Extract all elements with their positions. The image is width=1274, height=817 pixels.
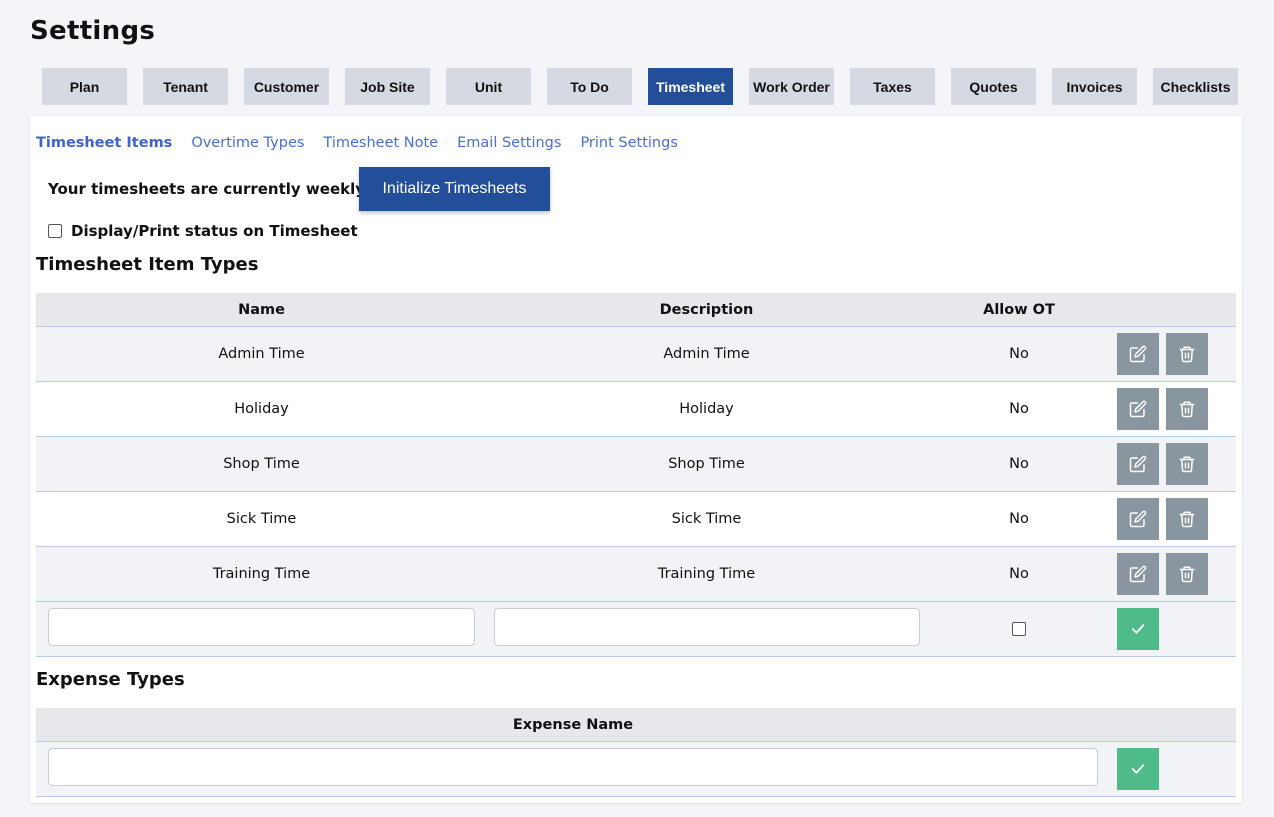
new-item-allow-ot-checkbox[interactable] [1012, 622, 1026, 636]
new-item-name-input[interactable] [48, 608, 475, 646]
new-expense-row [36, 742, 1236, 797]
table-row: Sick Time Sick Time No [36, 492, 1236, 547]
tab-timesheet[interactable]: Timesheet [648, 68, 733, 105]
edit-button[interactable] [1117, 443, 1159, 485]
tab-unit[interactable]: Unit [446, 68, 531, 105]
delete-button[interactable] [1166, 388, 1208, 430]
delete-button[interactable] [1166, 553, 1208, 595]
edit-button[interactable] [1117, 333, 1159, 375]
header-allow-ot: Allow OT [983, 301, 1055, 318]
expense-types-title: Expense Types [36, 669, 185, 690]
table-header: Expense Name [36, 708, 1236, 742]
new-item-description-input[interactable] [494, 608, 920, 646]
row-name: Admin Time [218, 346, 305, 362]
tab-plan[interactable]: Plan [42, 68, 127, 105]
check-icon [1131, 764, 1145, 774]
header-expense-name: Expense Name [512, 716, 634, 733]
new-expense-name-input[interactable] [48, 748, 1098, 786]
edit-button[interactable] [1117, 553, 1159, 595]
trash-icon [1179, 566, 1195, 583]
row-description: Admin Time [663, 346, 750, 362]
row-name: Holiday [234, 401, 289, 417]
tab-to-do[interactable]: To Do [547, 68, 632, 105]
display-status-label: Display/Print status on Timesheet [71, 222, 358, 240]
row-actions [1117, 443, 1208, 485]
timesheet-panel: Timesheet Items Overtime Types Timesheet… [30, 116, 1242, 803]
subtab-email-settings[interactable]: Email Settings [457, 135, 561, 151]
new-expense-actions [1117, 748, 1159, 790]
row-name: Shop Time [223, 456, 300, 472]
row-allow-ot: No [1009, 456, 1029, 472]
table-row: Admin Time Admin Time No [36, 327, 1236, 382]
display-status-option: Display/Print status on Timesheet [48, 222, 358, 240]
expense-types-table: Expense Name [36, 708, 1236, 797]
tab-tenant[interactable]: Tenant [143, 68, 228, 105]
trash-icon [1179, 401, 1195, 418]
timesheet-frequency-text: Your timesheets are currently weekly [48, 180, 366, 198]
row-allow-ot: No [1009, 346, 1029, 362]
trash-icon [1179, 511, 1195, 528]
tab-job-site[interactable]: Job Site [345, 68, 430, 105]
edit-icon [1129, 345, 1147, 363]
initialize-timesheets-button[interactable]: Initialize Timesheets [359, 167, 550, 211]
subtab-overtime-types[interactable]: Overtime Types [191, 135, 304, 151]
row-actions [1117, 553, 1208, 595]
check-icon [1131, 624, 1145, 634]
page-title: Settings [30, 16, 156, 46]
delete-button[interactable] [1166, 443, 1208, 485]
header-description: Description [659, 301, 754, 318]
trash-icon [1179, 346, 1195, 363]
row-description: Training Time [657, 566, 756, 582]
row-allow-ot: No [1009, 401, 1029, 417]
edit-icon [1129, 455, 1147, 473]
tab-invoices[interactable]: Invoices [1052, 68, 1137, 105]
row-actions [1117, 388, 1208, 430]
row-actions [1117, 333, 1208, 375]
edit-icon [1129, 510, 1147, 528]
subtab-print-settings[interactable]: Print Settings [580, 135, 677, 151]
row-description: Shop Time [668, 456, 745, 472]
new-item-row [36, 602, 1236, 657]
subtab-timesheet-items[interactable]: Timesheet Items [36, 135, 172, 151]
table-header: Name Description Allow OT [36, 293, 1236, 327]
table-row: Holiday Holiday No [36, 382, 1236, 437]
row-description: Sick Time [671, 511, 742, 527]
row-name: Training Time [212, 566, 311, 582]
trash-icon [1179, 456, 1195, 473]
row-allow-ot: No [1009, 511, 1029, 527]
row-allow-ot: No [1009, 566, 1029, 582]
item-types-table: Name Description Allow OT Admin Time Adm… [36, 293, 1236, 657]
delete-button[interactable] [1166, 498, 1208, 540]
tab-checklists[interactable]: Checklists [1153, 68, 1238, 105]
header-name: Name [238, 301, 285, 318]
tab-work-order[interactable]: Work Order [749, 68, 834, 105]
row-description: Holiday [679, 401, 734, 417]
tab-taxes[interactable]: Taxes [850, 68, 935, 105]
tab-quotes[interactable]: Quotes [951, 68, 1036, 105]
display-status-checkbox[interactable] [48, 224, 62, 238]
new-item-actions [1117, 608, 1159, 650]
table-row: Training Time Training Time No [36, 547, 1236, 602]
edit-button[interactable] [1117, 498, 1159, 540]
table-row: Shop Time Shop Time No [36, 437, 1236, 492]
row-actions [1117, 498, 1208, 540]
item-types-title: Timesheet Item Types [36, 254, 259, 275]
delete-button[interactable] [1166, 333, 1208, 375]
edit-button[interactable] [1117, 388, 1159, 430]
subtab-timesheet-note[interactable]: Timesheet Note [323, 135, 438, 151]
add-expense-confirm-button[interactable] [1117, 748, 1159, 790]
edit-icon [1129, 400, 1147, 418]
edit-icon [1129, 565, 1147, 583]
tab-customer[interactable]: Customer [244, 68, 329, 105]
settings-tabs: Plan Tenant Customer Job Site Unit To Do… [42, 68, 1238, 105]
add-item-confirm-button[interactable] [1117, 608, 1159, 650]
row-name: Sick Time [226, 511, 297, 527]
timesheet-subtabs: Timesheet Items Overtime Types Timesheet… [36, 135, 678, 151]
